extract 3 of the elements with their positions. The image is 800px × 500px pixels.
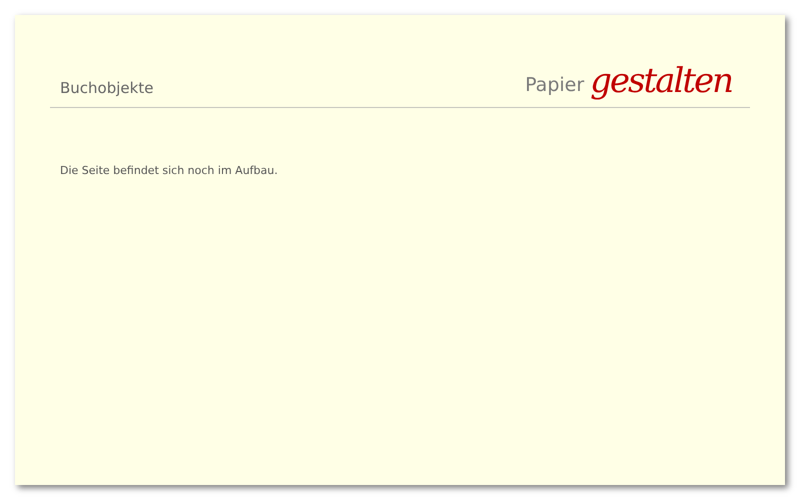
body-text: Die Seite befindet sich noch im Aufbau. — [60, 163, 279, 179]
page-title: Buchobjekte — [60, 78, 154, 98]
logo: Papier gestalten — [525, 60, 733, 103]
